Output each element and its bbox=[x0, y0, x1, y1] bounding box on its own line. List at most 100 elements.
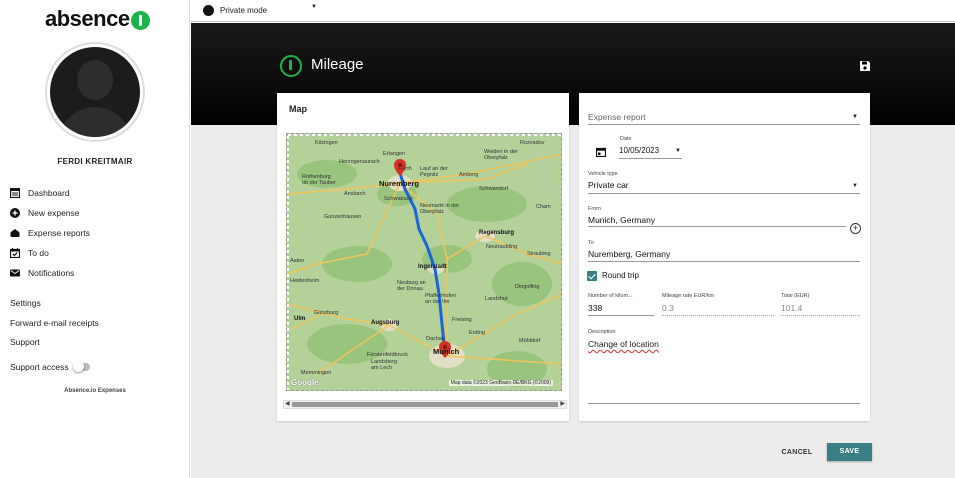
to-label: To bbox=[588, 240, 594, 246]
total-value: 101.4 bbox=[781, 303, 803, 313]
dashboard-icon bbox=[10, 188, 20, 198]
sidebar-item-dashboard[interactable]: Dashboard bbox=[10, 188, 70, 198]
avatar[interactable] bbox=[45, 42, 145, 142]
map-label: Memmingen bbox=[301, 370, 332, 376]
map-label: Freising bbox=[452, 317, 472, 323]
date-input[interactable]: 10/05/2023 ▼ bbox=[619, 145, 682, 159]
from-input[interactable]: Munich, Germany bbox=[588, 215, 655, 225]
map-label: Amberg bbox=[459, 172, 479, 178]
map-label: Erding bbox=[469, 330, 485, 336]
map-label: Aalen bbox=[290, 258, 305, 264]
map-label: Schwandorf bbox=[479, 186, 509, 192]
km-input[interactable]: 338 bbox=[588, 303, 602, 313]
logo-text: absence bbox=[45, 6, 130, 31]
map-label: Neutraubling bbox=[486, 244, 518, 250]
calendar-icon[interactable] bbox=[596, 147, 606, 157]
date-value: 10/05/2023 bbox=[619, 146, 660, 155]
mileage-rate-value: 0.3 bbox=[662, 303, 674, 313]
sidebar-item-to-do[interactable]: To do bbox=[10, 248, 49, 258]
floppy-disk-icon[interactable] bbox=[859, 60, 871, 72]
map-label: Neumarkt in der Oberpfalz bbox=[420, 203, 460, 215]
sidebar-item-notifications[interactable]: Notifications bbox=[10, 268, 74, 278]
support-access-label: Support access bbox=[10, 362, 69, 372]
map-label: Rozvadov bbox=[520, 140, 545, 146]
support-access-toggle[interactable] bbox=[72, 361, 90, 372]
field-underline bbox=[781, 315, 860, 316]
forward-email-receipts-link[interactable]: Forward e-mail receipts bbox=[10, 318, 99, 328]
map-label: Landsberg am Lech bbox=[371, 359, 397, 371]
vehicle-type-label: Vehicle type bbox=[588, 171, 618, 177]
save-button[interactable]: SAVE bbox=[827, 443, 872, 461]
plus-circle-icon bbox=[10, 208, 20, 218]
sidebar-item-label: Dashboard bbox=[28, 188, 70, 198]
map-card: Map Kitzingen Erlangen Rozvadov Herzogen… bbox=[277, 93, 569, 421]
scroll-right-icon[interactable]: ▶ bbox=[560, 400, 565, 407]
sidebar-item-label: Notifications bbox=[28, 268, 75, 278]
map-label: Fürth bbox=[399, 166, 412, 172]
map-label: Pfaffenhofen an der Ilm bbox=[425, 293, 457, 305]
mail-icon bbox=[10, 268, 20, 278]
description-label: Description bbox=[588, 329, 616, 335]
app-logo[interactable]: absence bbox=[45, 6, 150, 32]
scrollbar-thumb[interactable] bbox=[292, 402, 558, 407]
mode-select[interactable]: Private mode bbox=[203, 5, 267, 16]
to-input[interactable]: Nuremberg, Germany bbox=[588, 249, 670, 259]
description-textarea[interactable]: Change of location bbox=[588, 339, 659, 349]
map-label: Kitzingen bbox=[315, 140, 338, 146]
chevron-down-icon: ▼ bbox=[675, 148, 681, 154]
support-link[interactable]: Support bbox=[10, 337, 40, 347]
field-underline bbox=[588, 315, 654, 316]
map-title: Map bbox=[289, 104, 307, 114]
route-map[interactable]: Kitzingen Erlangen Rozvadov Herzogenaura… bbox=[286, 133, 562, 391]
map-label: Mühldorf bbox=[519, 338, 541, 344]
map-label: Rothenburg ob der Tauber bbox=[302, 174, 336, 186]
map-label: Straubing bbox=[527, 251, 551, 257]
map-label: Dingolfing bbox=[515, 284, 540, 290]
sidebar-item-label: Expense reports bbox=[28, 228, 90, 238]
support-access: Support access bbox=[10, 361, 90, 372]
field-underline bbox=[588, 226, 846, 227]
map-label: Ingolstadt bbox=[418, 264, 447, 270]
map-label: Fürstenfeldbruck bbox=[367, 352, 408, 358]
round-trip-checkbox[interactable] bbox=[587, 271, 597, 281]
map-label: Herzogenaurach bbox=[339, 159, 380, 165]
map-label: Nuremberg bbox=[379, 179, 420, 188]
google-logo: Google bbox=[291, 378, 319, 387]
km-label: Number of kilom... bbox=[588, 293, 633, 299]
map-label: Augsburg bbox=[371, 320, 400, 326]
vehicle-type-value: Private car bbox=[588, 180, 629, 190]
sidebar-item-label: New expense bbox=[28, 208, 80, 218]
page-title: Mileage bbox=[311, 56, 364, 73]
map-label: Weiden in der Oberpfalz bbox=[484, 149, 518, 161]
vehicle-type-select[interactable]: Private car ▼ bbox=[588, 179, 860, 193]
scroll-left-icon[interactable]: ◀ bbox=[285, 400, 290, 407]
sidebar-item-label: To do bbox=[28, 248, 49, 258]
round-trip-label[interactable]: Round trip bbox=[602, 271, 639, 280]
field-underline bbox=[588, 261, 860, 262]
settings-link[interactable]: Settings bbox=[10, 298, 41, 308]
expense-report-placeholder: Expense report bbox=[588, 112, 646, 122]
map-attribution: Map data ©2023 GeoBasis-DE/BKG (©2009) bbox=[448, 380, 553, 386]
checkbox-calendar-icon bbox=[10, 248, 20, 258]
map-label: Gunzenhausen bbox=[324, 214, 362, 220]
sidebar-item-new-expense[interactable]: New expense bbox=[10, 208, 80, 218]
map-label: Ulm bbox=[294, 316, 306, 322]
field-underline bbox=[662, 315, 774, 316]
chevron-down-icon: ▼ bbox=[852, 114, 858, 120]
map-horizontal-scrollbar[interactable]: ◀ ▶ bbox=[283, 400, 567, 409]
from-label: From bbox=[588, 206, 601, 212]
expense-report-select[interactable]: Expense report ▼ bbox=[588, 109, 860, 125]
cancel-button[interactable]: CANCEL bbox=[777, 445, 817, 461]
map-label: Ansbach bbox=[344, 191, 366, 197]
chevron-down-icon[interactable]: ▼ bbox=[311, 4, 317, 10]
map-label: Lauf an der Pegnitz bbox=[420, 166, 448, 178]
map-label: Schwabach bbox=[384, 196, 413, 202]
top-bar: Private mode ▼ bbox=[191, 0, 955, 22]
map-label: Neuburg an der Donau bbox=[397, 280, 426, 292]
map-label: Cham bbox=[536, 204, 551, 210]
sidebar-item-expense-reports[interactable]: Expense reports bbox=[10, 228, 90, 238]
add-stop-button[interactable]: + bbox=[850, 223, 861, 234]
wallet-icon bbox=[10, 228, 20, 238]
mileage-form: Expense report ▼ Date 10/05/2023 ▼ Vehic… bbox=[579, 93, 870, 421]
logo-mark-icon bbox=[130, 10, 150, 30]
